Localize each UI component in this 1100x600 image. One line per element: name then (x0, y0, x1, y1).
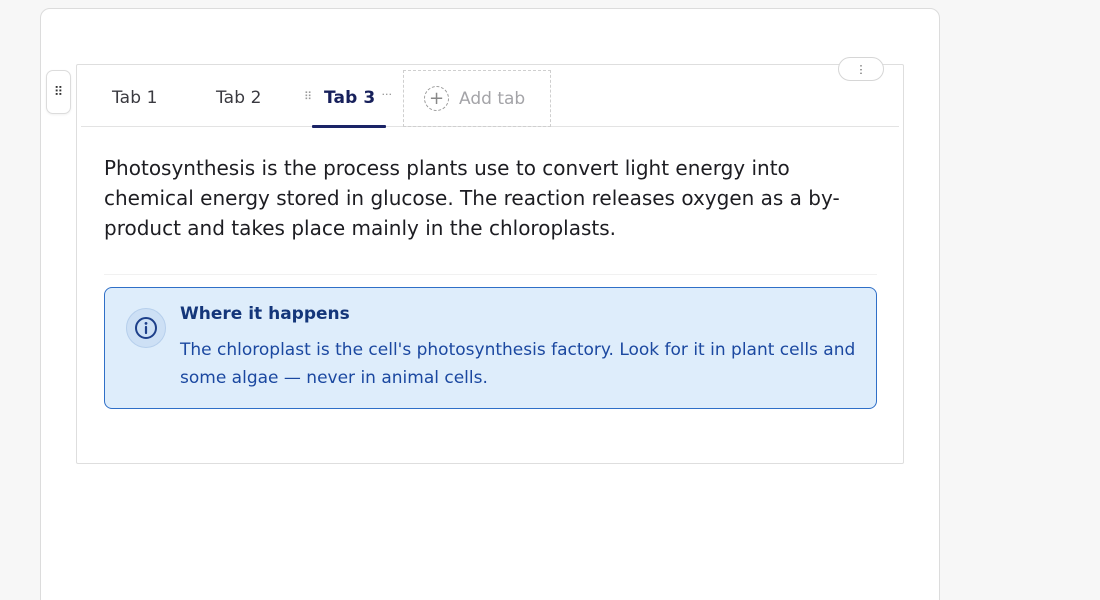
tab-label: Tab 2 (216, 88, 262, 108)
drag-grip-icon: ⠿ (53, 84, 64, 100)
callout-title: Where it happens (180, 304, 350, 324)
add-tab-button[interactable]: + Add tab (403, 70, 551, 127)
block-menu-button[interactable]: ⋮ (838, 57, 884, 81)
divider (104, 274, 877, 275)
add-tab-label: Add tab (459, 88, 526, 109)
tab-label: Tab 3 (324, 88, 376, 108)
tab-bar: Tab 1 Tab 2 ⠿ Tab 3 ··· + Add tab (81, 69, 899, 128)
tabs-block: Tab 1 Tab 2 ⠿ Tab 3 ··· + Add tab Photos… (76, 64, 904, 464)
active-tab-indicator (312, 125, 386, 128)
callout-text: The chloroplast is the cell's photosynth… (180, 340, 856, 388)
tab-3[interactable]: ⠿ Tab 3 ··· (304, 69, 392, 128)
kebab-menu-icon: ⋮ (855, 62, 867, 76)
tab-1[interactable]: Tab 1 (112, 69, 158, 127)
info-icon (126, 308, 166, 348)
tab-drag-grip-icon[interactable]: ⠿ (304, 90, 312, 103)
info-callout: Where it happens The chloroplast is the … (104, 287, 877, 409)
drag-handle-icon[interactable]: ⠿ (46, 70, 71, 114)
tab-content-paragraph: Photosynthesis is the process plants use… (104, 156, 840, 240)
plus-circle-icon: + (424, 86, 449, 111)
tab-more-icon[interactable]: ··· (382, 88, 393, 101)
tab-2[interactable]: Tab 2 (216, 69, 262, 127)
tab-label: Tab 1 (112, 88, 158, 108)
